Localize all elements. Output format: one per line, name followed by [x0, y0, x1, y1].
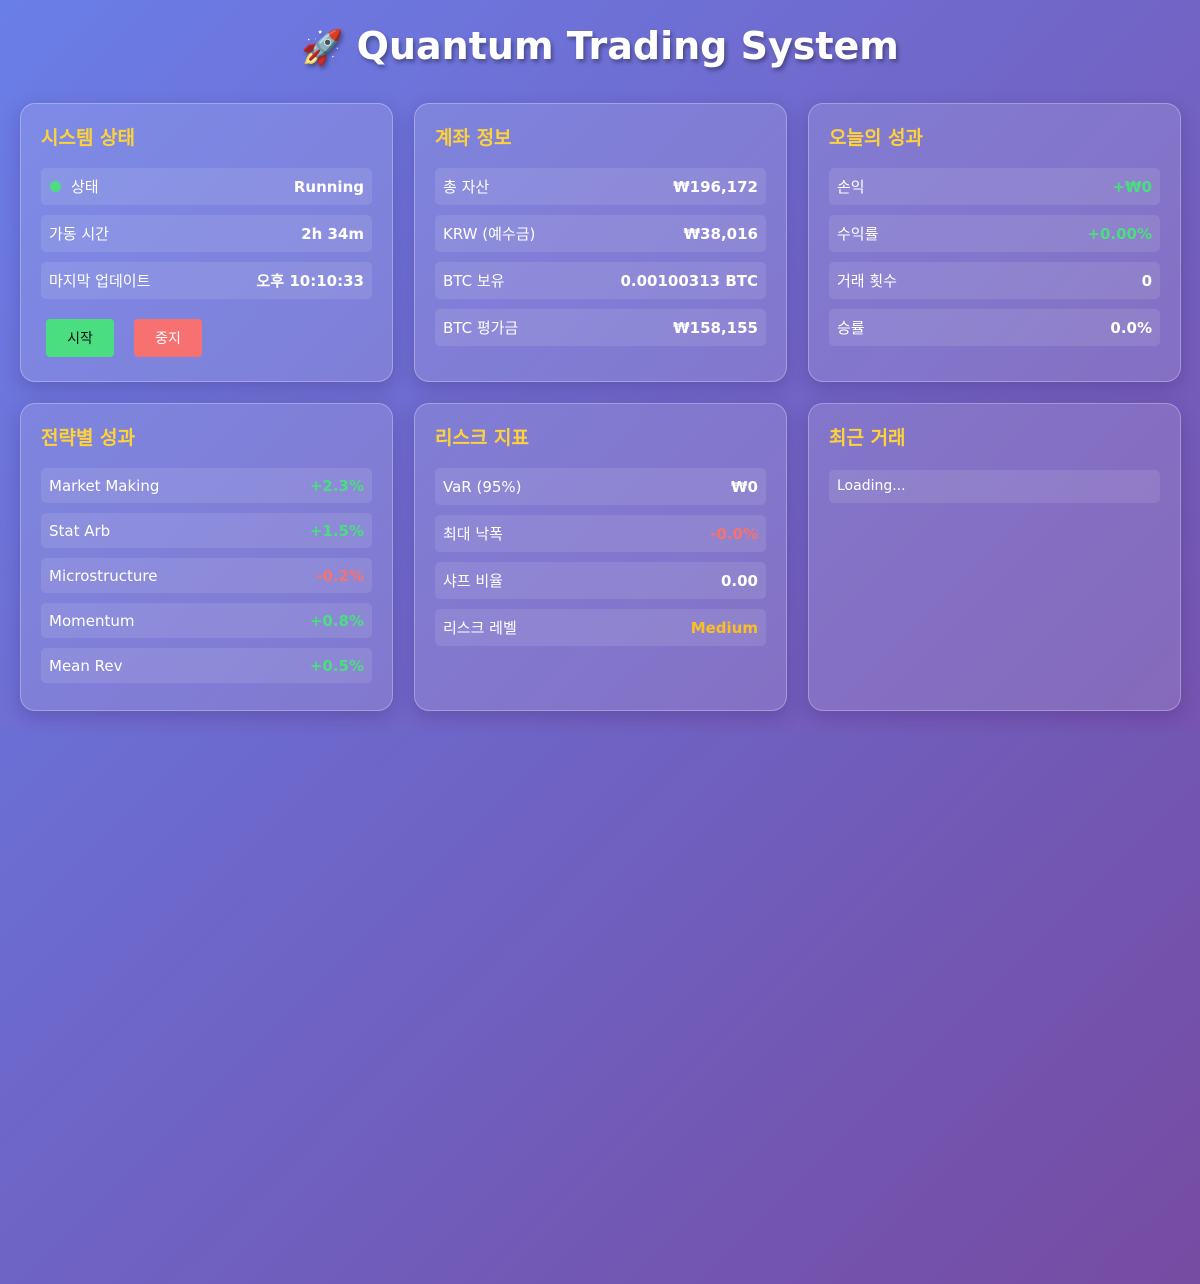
today-row-label: 승률	[837, 319, 865, 337]
strategy-return: +0.5%	[309, 656, 364, 675]
krw-deposit-value: ₩38,016	[683, 224, 758, 243]
today-row-label: 수익률	[837, 225, 879, 243]
account-card: 계좌 정보 총 자산 ₩196,172 KRW (예수금) ₩38,016 BT…	[414, 103, 787, 382]
strategy-name: Microstructure	[49, 566, 158, 585]
pnl-value: +₩0	[1112, 177, 1152, 196]
risk-metrics-card: 리스크 지표 VaR (95%) ₩0 최대 낙폭 -0.0% 샤프 비율 0.…	[414, 403, 787, 711]
risk-row: 최대 낙폭 -0.0%	[435, 515, 766, 552]
strategy-performance-card: 전략별 성과 Market Making +2.3% Stat Arb +1.5…	[20, 403, 393, 711]
account-row: BTC 보유 0.00100313 BTC	[435, 262, 766, 299]
last-update-row: 마지막 업데이트 오후 10:10:33	[41, 262, 372, 299]
status-value: Running	[293, 177, 364, 196]
control-buttons: 시작 중지	[41, 319, 372, 357]
btc-holding-value: 0.00100313 BTC	[620, 271, 758, 290]
strategy-performance-title: 전략별 성과	[41, 427, 136, 449]
strategy-name: Momentum	[49, 611, 135, 630]
uptime-row: 가동 시간 2h 34m	[41, 215, 372, 252]
risk-row-label: 샤프 비율	[443, 572, 503, 590]
trade-count-value: 0	[1141, 271, 1152, 290]
risk-row-label: 리스크 레벨	[443, 619, 517, 637]
strategy-row: Microstructure -0.2%	[41, 558, 372, 593]
last-update-label: 마지막 업데이트	[49, 272, 151, 290]
account-row: KRW (예수금) ₩38,016	[435, 215, 766, 252]
strategy-return: +1.5%	[309, 521, 364, 540]
strategy-return: +2.3%	[309, 476, 364, 495]
recent-trades-card: 최근 거래 Loading...	[808, 403, 1181, 711]
status-label-wrap: 상태	[49, 176, 99, 197]
today-performance-title: 오늘의 성과	[829, 127, 924, 149]
total-assets-value: ₩196,172	[673, 177, 758, 196]
system-status-title: 시스템 상태	[41, 127, 136, 149]
account-row-label: BTC 평가금	[443, 319, 519, 337]
account-row-label: 총 자산	[443, 178, 490, 196]
strategy-name: Market Making	[49, 476, 160, 495]
status-row: 상태 Running	[41, 168, 372, 205]
strategy-row: Mean Rev +0.5%	[41, 648, 372, 683]
recent-trades-title: 최근 거래	[829, 427, 906, 449]
account-row: BTC 평가금 ₩158,155	[435, 309, 766, 346]
win-rate-value: 0.0%	[1110, 318, 1152, 337]
rocket-icon: 🚀	[301, 28, 344, 68]
btc-valuation-value: ₩158,155	[673, 318, 758, 337]
today-row: 수익률 +0.00%	[829, 215, 1160, 252]
risk-row-label: VaR (95%)	[443, 477, 522, 496]
account-title: 계좌 정보	[435, 127, 512, 149]
account-row-label: BTC 보유	[443, 272, 505, 290]
risk-row: VaR (95%) ₩0	[435, 468, 766, 505]
today-row-label: 손익	[837, 178, 865, 196]
sharpe-ratio-value: 0.00	[720, 571, 758, 590]
today-row-label: 거래 횟수	[837, 272, 897, 290]
max-drawdown-value: -0.0%	[710, 524, 758, 543]
last-update-value: 오후 10:10:33	[256, 272, 364, 290]
strategy-row: Momentum +0.8%	[41, 603, 372, 638]
strategy-name: Stat Arb	[49, 521, 111, 540]
account-row: 총 자산 ₩196,172	[435, 168, 766, 205]
today-performance-card: 오늘의 성과 손익 +₩0 수익률 +0.00% 거래 횟수 0 승률 0.0%	[808, 103, 1181, 382]
today-row: 손익 +₩0	[829, 168, 1160, 205]
account-row-label: KRW (예수금)	[443, 225, 536, 243]
page-title: 🚀 Quantum Trading System	[0, 20, 1200, 74]
return-rate-value: +0.00%	[1087, 224, 1152, 243]
status-indicator-icon	[50, 181, 61, 192]
dashboard-background: 🚀 Quantum Trading System 시스템 상태 상태 Runni…	[0, 0, 1200, 731]
risk-metrics-title: 리스크 지표	[435, 427, 530, 449]
recent-trades-loading: Loading...	[829, 470, 1160, 503]
strategy-name: Mean Rev	[49, 656, 123, 675]
system-status-card: 시스템 상태 상태 Running 가동 시간 2h 34m 마지막 업데이트 …	[20, 103, 393, 382]
risk-row: 샤프 비율 0.00	[435, 562, 766, 599]
risk-row: 리스크 레벨 Medium	[435, 609, 766, 646]
var-value: ₩0	[731, 477, 758, 496]
strategy-return: -0.2%	[316, 566, 364, 585]
today-row: 거래 횟수 0	[829, 262, 1160, 299]
strategy-row: Stat Arb +1.5%	[41, 513, 372, 548]
strategy-return: +0.8%	[309, 611, 364, 630]
start-button[interactable]: 시작	[46, 319, 114, 357]
risk-level-value: Medium	[690, 618, 758, 637]
risk-row-label: 최대 낙폭	[443, 525, 503, 543]
uptime-label: 가동 시간	[49, 225, 109, 243]
stop-button[interactable]: 중지	[134, 319, 202, 357]
dashboard-grid: 시스템 상태 상태 Running 가동 시간 2h 34m 마지막 업데이트 …	[20, 103, 1181, 711]
strategy-row: Market Making +2.3%	[41, 468, 372, 503]
status-label: 상태	[71, 178, 99, 196]
uptime-value: 2h 34m	[301, 224, 364, 243]
page-title-text: Quantum Trading System	[356, 24, 899, 68]
today-row: 승률 0.0%	[829, 309, 1160, 346]
